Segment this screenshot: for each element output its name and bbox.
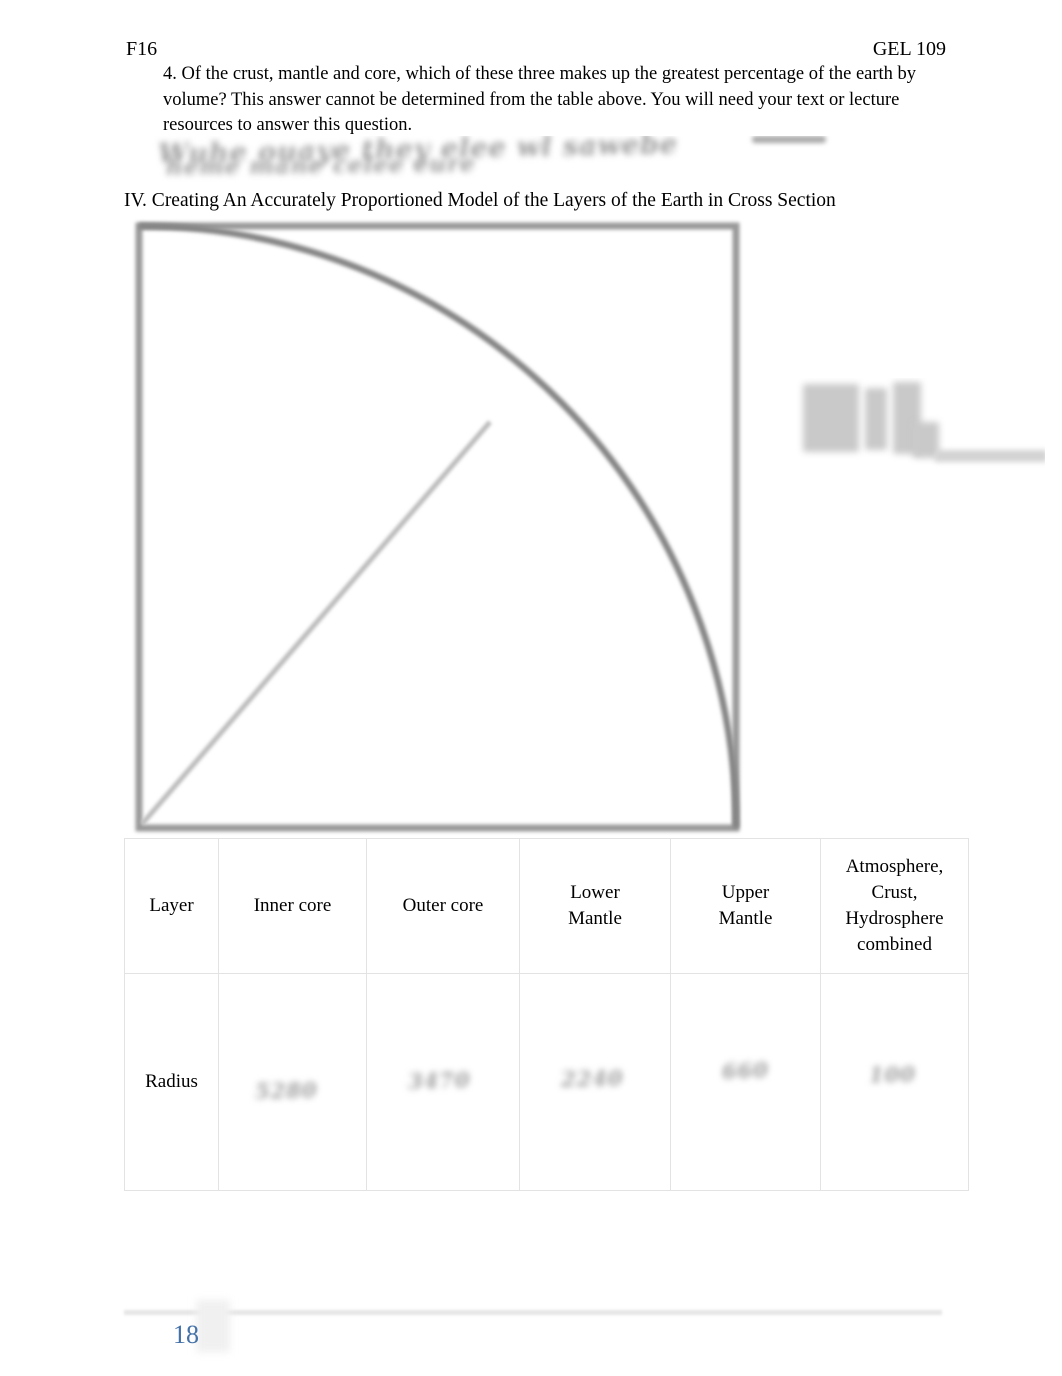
table-header-atmosphere-crust-hydrosphere: Atmosphere, Crust, Hydrosphere combined: [820, 838, 969, 974]
margin-blob-3: [893, 382, 921, 454]
header-line-1: Atmosphere,: [845, 856, 944, 877]
table-header-inner-core: Inner core: [218, 838, 367, 974]
radius-cell-inner-core[interactable]: 5280: [218, 973, 367, 1191]
handwritten-radius-value: 3470: [407, 1067, 471, 1094]
handwritten-answer-blurred: Wuhe ouaye they elee wl sawebe heme mane…: [152, 136, 842, 182]
footer-divider: [124, 1310, 942, 1315]
handwriting-line-2: heme mane celee eure: [165, 150, 476, 181]
running-head-left: F16: [126, 38, 158, 60]
layers-table: Layer Inner core Outer core Lower Mantle…: [124, 838, 969, 1191]
header-line-1: Upper: [721, 882, 770, 903]
handwritten-radius-value: 660: [721, 1057, 770, 1084]
page-number: 18: [173, 1320, 199, 1349]
header-line-1: Inner core: [253, 895, 332, 916]
cross-section-diagram: [128, 216, 748, 840]
table-header-upper-mantle: Upper Mantle: [670, 838, 821, 974]
margin-blob-4: [913, 422, 939, 458]
header-line-1: Outer core: [402, 895, 484, 916]
radius-cell-atmosphere-crust-hydrosphere[interactable]: 100: [820, 973, 969, 1191]
header-line-4: combined: [857, 934, 932, 955]
radius-cell-outer-core[interactable]: 3470: [366, 973, 520, 1191]
handwriting-line-1: Wuhe ouaye they elee wl sawebe: [157, 136, 679, 170]
radius-cell-lower-mantle[interactable]: 2240: [519, 973, 671, 1191]
table-row-label-radius: Radius: [124, 973, 219, 1191]
header-line-2: Crust,: [871, 882, 918, 903]
document-page: F16 GEL 109 4. Of the crust, mantle and …: [0, 0, 1062, 1376]
margin-blob-2: [865, 388, 887, 450]
footer-smudge: [196, 1300, 230, 1352]
margin-blob-1: [803, 384, 859, 452]
table-header-row: Layer Inner core Outer core Lower Mantle…: [124, 838, 969, 974]
running-head: F16 GEL 109: [126, 36, 946, 62]
radius-cell-upper-mantle[interactable]: 660: [670, 973, 821, 1191]
handwritten-radius-value: 100: [868, 1061, 917, 1088]
header-line-2: Mantle: [568, 908, 622, 929]
table-header-lower-mantle: Lower Mantle: [519, 838, 671, 974]
table-row-label-layer: Layer: [124, 838, 219, 974]
margin-annotation-blurred: [795, 378, 1045, 474]
handwritten-radius-value: 5280: [255, 1077, 318, 1104]
diagram-radius-line: [140, 420, 492, 826]
header-line-3: Hydrosphere: [845, 908, 944, 929]
header-line-1: Lower: [570, 882, 620, 903]
margin-blob-5: [935, 450, 1045, 462]
running-head-right: GEL 109: [872, 38, 946, 60]
question-paragraph: 4. Of the crust, mantle and core, which …: [163, 64, 917, 135]
table-header-outer-core: Outer core: [366, 838, 520, 974]
table-radius-row: Radius 5280 3470 2240 660 100: [124, 973, 969, 1191]
diagram-quarter-arc: [138, 222, 740, 829]
section-heading: IV. Creating An Accurately Proportioned …: [124, 190, 836, 211]
diagram-square-frame: [135, 222, 740, 832]
header-line-2: Mantle: [718, 908, 773, 929]
handwritten-radius-value: 2240: [560, 1065, 624, 1092]
